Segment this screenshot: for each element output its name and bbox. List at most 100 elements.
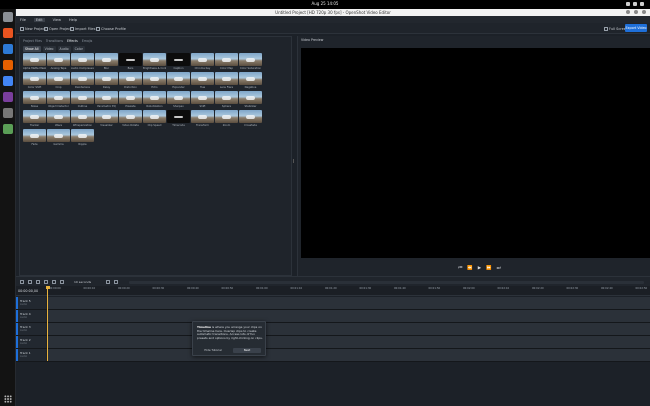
- track-lane[interactable]: [47, 349, 650, 361]
- show-apps-icon[interactable]: [4, 395, 12, 403]
- effect-item[interactable]: Bars: [119, 53, 142, 70]
- close-icon[interactable]: [642, 10, 646, 14]
- previous-marker-icon[interactable]: [52, 280, 56, 284]
- firefox-icon[interactable]: [3, 60, 13, 70]
- effect-item[interactable]: Sharpen: [167, 91, 190, 108]
- effect-item[interactable]: Tracker: [23, 110, 46, 127]
- effect-item[interactable]: Color Shift: [23, 72, 46, 89]
- hide-tutorial-button[interactable]: Hide Tutorial: [199, 348, 227, 353]
- effect-item[interactable]: Visualizer: [95, 110, 118, 127]
- effect-item[interactable]: Wave: [47, 110, 70, 127]
- track-header[interactable]: Track 4 Audio: [16, 310, 46, 322]
- rewind-icon[interactable]: ⏪: [467, 266, 472, 271]
- tab-project-files[interactable]: Project Files: [23, 39, 42, 43]
- effect-item[interactable]: Brightness & Contrast: [143, 53, 166, 70]
- filter-color[interactable]: Color: [72, 46, 85, 52]
- new-project-button[interactable]: New Project: [20, 26, 46, 31]
- minimize-icon[interactable]: [626, 10, 630, 14]
- snapping-icon[interactable]: [28, 280, 32, 284]
- filter-audio[interactable]: Audio: [57, 46, 71, 52]
- power-icon[interactable]: [640, 2, 644, 6]
- effect-item[interactable]: Deinterlace: [71, 72, 94, 89]
- open-project-button[interactable]: Open Project: [44, 26, 71, 31]
- effect-item[interactable]: Color Saturation: [239, 53, 262, 70]
- filter-video[interactable]: Video: [42, 46, 56, 52]
- effect-item[interactable]: Transform: [191, 110, 214, 127]
- fast-forward-icon[interactable]: ⏩: [486, 266, 491, 271]
- effect-item[interactable]: Fade: [23, 129, 46, 146]
- effect-item[interactable]: Parametric EQ: [95, 91, 118, 108]
- zoom-out-icon[interactable]: [106, 280, 110, 284]
- jump-start-icon[interactable]: ⏮: [458, 266, 462, 271]
- effect-item[interactable]: Blur: [95, 53, 118, 70]
- razor-icon[interactable]: [36, 280, 40, 284]
- effect-item[interactable]: Analog Tape: [47, 53, 70, 70]
- maximize-icon[interactable]: [634, 10, 638, 14]
- track-header[interactable]: Track 1 Audio: [16, 349, 46, 361]
- effect-item[interactable]: Negative: [239, 72, 262, 89]
- add-track-icon[interactable]: [20, 280, 24, 284]
- tab-transitions[interactable]: Transitions: [46, 39, 63, 43]
- tab-effects[interactable]: Effects: [67, 39, 78, 43]
- filter-show-all[interactable]: Show All: [23, 46, 41, 52]
- effect-item[interactable]: Delay: [95, 72, 118, 89]
- menu-help[interactable]: Help: [69, 18, 77, 22]
- choose-profile-button[interactable]: Choose Profile: [96, 26, 126, 31]
- effect-item[interactable]: Alpha Matte Mask: [23, 53, 46, 70]
- menu-view[interactable]: View: [53, 18, 61, 22]
- settings-icon[interactable]: [3, 108, 13, 118]
- add-marker-icon[interactable]: [44, 280, 48, 284]
- effect-item[interactable]: Sphere: [215, 91, 238, 108]
- effect-item[interactable]: Distortion: [119, 72, 142, 89]
- effect-item[interactable]: Ripple: [71, 129, 94, 146]
- effect-item[interactable]: Timecode: [167, 110, 190, 127]
- effect-item[interactable]: Object Detector: [47, 91, 70, 108]
- tab-emojis[interactable]: Emojis: [82, 39, 93, 43]
- effect-item[interactable]: Crop: [47, 72, 70, 89]
- import-files-button[interactable]: Import Files: [70, 26, 95, 31]
- effect-item[interactable]: Color Map: [215, 53, 238, 70]
- effect-item[interactable]: Expander: [167, 72, 190, 89]
- effect-item[interactable]: Noise: [23, 91, 46, 108]
- effect-item[interactable]: Robotization: [143, 91, 166, 108]
- effect-item[interactable]: Stabilizer: [239, 91, 262, 108]
- network-icon[interactable]: [626, 2, 630, 6]
- track-lane[interactable]: [47, 336, 650, 348]
- video-preview-canvas[interactable]: [301, 48, 650, 258]
- effect-item[interactable]: Crossfade: [239, 110, 262, 127]
- effect-item[interactable]: Outline: [71, 91, 94, 108]
- export-video-button[interactable]: Export Video: [625, 24, 647, 32]
- effect-item[interactable]: Gamma: [47, 129, 70, 146]
- system-clock[interactable]: Aug 25 14:05: [0, 1, 650, 6]
- effect-item[interactable]: Echo: [143, 72, 166, 89]
- volume-icon[interactable]: [633, 2, 637, 6]
- files-app-icon[interactable]: [3, 12, 13, 22]
- next-marker-icon[interactable]: [60, 280, 64, 284]
- track-header[interactable]: Track 5 Audio: [16, 297, 46, 309]
- effect-item[interactable]: Pixelate: [119, 91, 142, 108]
- effect-item[interactable]: Shift: [191, 91, 214, 108]
- playhead[interactable]: [45, 286, 50, 361]
- shotcut-icon[interactable]: [3, 92, 13, 102]
- software-center-icon[interactable]: [3, 28, 13, 38]
- effect-item[interactable]: Audio Compressor: [71, 53, 94, 70]
- track-lane[interactable]: [47, 297, 650, 309]
- effect-item[interactable]: Whisperization: [71, 110, 94, 127]
- track-lane[interactable]: [47, 310, 650, 322]
- help-icon[interactable]: [3, 44, 13, 54]
- effect-item[interactable]: Hue: [191, 72, 214, 89]
- trash-icon[interactable]: [3, 124, 13, 134]
- next-button[interactable]: Next: [233, 348, 261, 353]
- effect-item[interactable]: Lens Flare: [215, 72, 238, 89]
- zoom-in-icon[interactable]: [114, 280, 118, 284]
- timeline-ruler[interactable]: 00:00:00,00 00:00:00 00:00:10 00:00:20 00:0…: [16, 286, 650, 296]
- menu-edit[interactable]: Edit: [33, 17, 45, 22]
- system-tray[interactable]: [626, 2, 644, 6]
- jump-end-icon[interactable]: ⏭: [497, 266, 501, 271]
- chrome-icon[interactable]: [3, 76, 13, 86]
- effect-item[interactable]: Zoom: [215, 110, 238, 127]
- effect-item[interactable]: Chroma Key: [191, 53, 214, 70]
- menu-file[interactable]: File: [20, 18, 26, 22]
- effect-item[interactable]: Clip Speed: [143, 110, 166, 127]
- timeline-zoom-slider[interactable]: [129, 281, 644, 284]
